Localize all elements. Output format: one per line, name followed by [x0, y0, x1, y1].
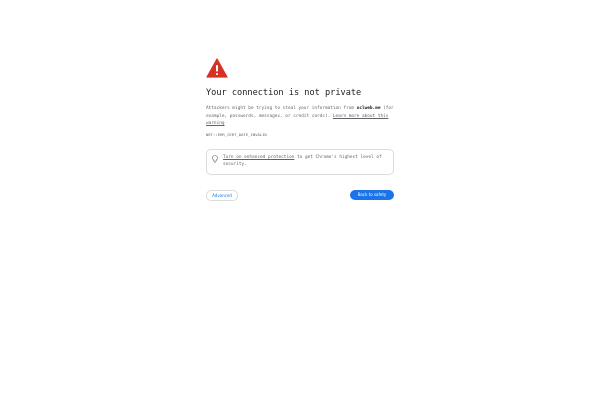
interstitial-content: Your connection is not private Attackers… [206, 58, 394, 202]
enhanced-protection-link[interactable]: Turn on enhanced protection [223, 155, 294, 160]
error-code: NET::ERR_CERT_DATE_INVALID [206, 131, 267, 137]
page-title: Your connection is not private [206, 88, 362, 98]
site-domain: oclweb.me [356, 106, 381, 111]
back-to-safety-button[interactable]: Back to safety [350, 189, 394, 200]
description-text: Attackers might be trying to steal your … [206, 106, 357, 111]
warning-description: Attackers might be trying to steal your … [206, 105, 394, 128]
warning-triangle-icon [206, 58, 228, 78]
enhanced-protection-box: Turn on enhanced protection to get Chrom… [206, 148, 394, 175]
advanced-button[interactable]: Advanced [206, 189, 238, 201]
enhanced-protection-text: Turn on enhanced protection to get Chrom… [223, 154, 385, 169]
lightbulb-icon [212, 154, 218, 163]
button-row: Advanced Back to safety [206, 189, 394, 202]
